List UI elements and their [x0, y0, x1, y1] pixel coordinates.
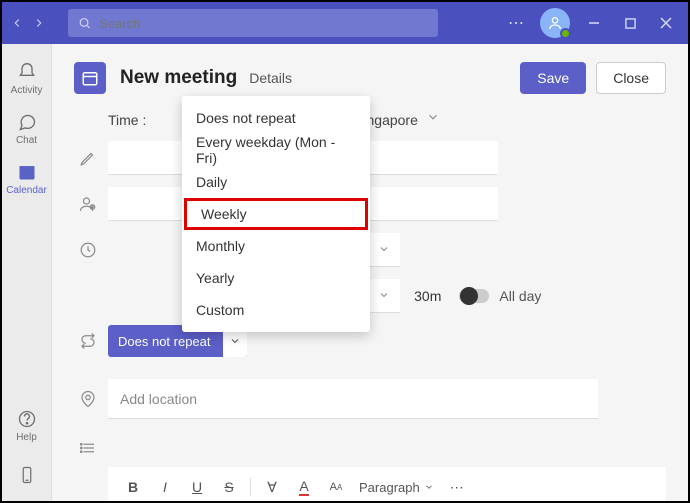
paragraph-dropdown[interactable]: Paragraph	[353, 480, 440, 495]
people-icon	[74, 195, 102, 213]
calendar-icon	[17, 162, 37, 182]
end-time-row: 6:00 PM 30m All day	[52, 273, 688, 319]
presence-dot	[560, 28, 571, 39]
title-row	[52, 135, 688, 181]
rail-chat[interactable]: Chat	[2, 104, 52, 154]
repeat-icon	[74, 332, 102, 350]
device-icon	[18, 464, 36, 486]
chevron-down-icon[interactable]	[426, 110, 440, 129]
font-color-button[interactable]: A	[289, 472, 319, 501]
chevron-down-icon	[378, 242, 390, 258]
search-input[interactable]	[99, 16, 428, 31]
dd-every-weekday[interactable]: Every weekday (Mon - Fri)	[182, 134, 370, 166]
description-row	[52, 433, 688, 463]
highlight-button[interactable]: ∀	[257, 472, 287, 501]
close-window-icon[interactable]	[648, 5, 684, 41]
maximize-icon[interactable]	[612, 5, 648, 41]
minimize-icon[interactable]	[576, 5, 612, 41]
dd-custom[interactable]: Custom	[182, 294, 370, 326]
allday-label: All day	[499, 288, 541, 304]
main: Activity Chat Calendar Help New meeting …	[2, 44, 688, 501]
page-header: New meeting Details Save Close	[52, 44, 688, 104]
duration-label: 30m	[414, 288, 441, 304]
more-icon[interactable]: ⋯	[498, 5, 534, 41]
pencil-icon	[74, 149, 102, 167]
dd-daily[interactable]: Daily	[182, 166, 370, 198]
underline-button[interactable]: U	[182, 472, 212, 501]
start-time-row: 5:30 PM	[52, 227, 688, 273]
divider	[250, 478, 251, 496]
dd-monthly[interactable]: Monthly	[182, 230, 370, 262]
location-icon	[74, 390, 102, 408]
app-rail: Activity Chat Calendar Help	[2, 44, 52, 501]
rail-label: Activity	[11, 85, 43, 96]
chat-icon	[17, 112, 37, 132]
location-input[interactable]: Add location	[108, 379, 598, 419]
help-icon	[17, 409, 37, 429]
rail-help[interactable]: Help	[2, 401, 52, 451]
forward-arrow-icon[interactable]	[28, 12, 50, 34]
clock-icon	[74, 241, 102, 259]
avatar[interactable]	[540, 8, 570, 38]
font-size-button[interactable]: AA	[321, 472, 351, 501]
calendar-badge-icon	[74, 62, 106, 94]
close-button[interactable]: Close	[596, 62, 666, 94]
bell-icon	[17, 62, 37, 82]
title-bar: ⋯	[2, 2, 688, 44]
rail-label: Chat	[16, 135, 37, 146]
recurrence-row: Does not repeat	[52, 319, 688, 363]
search-icon	[78, 16, 91, 30]
rail-calendar[interactable]: Calendar	[2, 154, 52, 204]
timezone-label: Time :	[108, 112, 146, 128]
search-box[interactable]	[68, 9, 438, 37]
allday-toggle[interactable]	[459, 289, 489, 303]
rail-label: Calendar	[6, 185, 47, 196]
content: New meeting Details Save Close Time : r,…	[52, 44, 688, 501]
more-formatting-button[interactable]: ⋯	[442, 472, 472, 501]
rail-device[interactable]	[2, 451, 52, 501]
dd-yearly[interactable]: Yearly	[182, 262, 370, 294]
details-tab[interactable]: Details	[249, 70, 292, 86]
save-button[interactable]: Save	[520, 62, 586, 94]
chevron-down-icon	[378, 288, 390, 304]
italic-button[interactable]: I	[150, 472, 180, 501]
attendees-row	[52, 181, 688, 227]
rail-label: Help	[16, 432, 37, 443]
page-title: New meeting	[120, 67, 237, 89]
editor-toolbar: B I U S ∀ A AA Paragraph ⋯	[108, 467, 666, 501]
recurrence-dropdown-menu: Does not repeat Every weekday (Mon - Fri…	[182, 96, 370, 332]
rich-text-editor: B I U S ∀ A AA Paragraph ⋯ Type details …	[108, 467, 666, 501]
strike-button[interactable]: S	[214, 472, 244, 501]
dd-does-not-repeat[interactable]: Does not repeat	[182, 102, 370, 134]
location-row: Add location	[52, 373, 688, 425]
list-icon	[74, 439, 102, 457]
bold-button[interactable]: B	[118, 472, 148, 501]
back-arrow-icon[interactable]	[6, 12, 28, 34]
rail-activity[interactable]: Activity	[2, 54, 52, 104]
dd-weekly[interactable]: Weekly	[184, 198, 368, 230]
timezone-row: Time : r, Singapore	[52, 104, 688, 135]
